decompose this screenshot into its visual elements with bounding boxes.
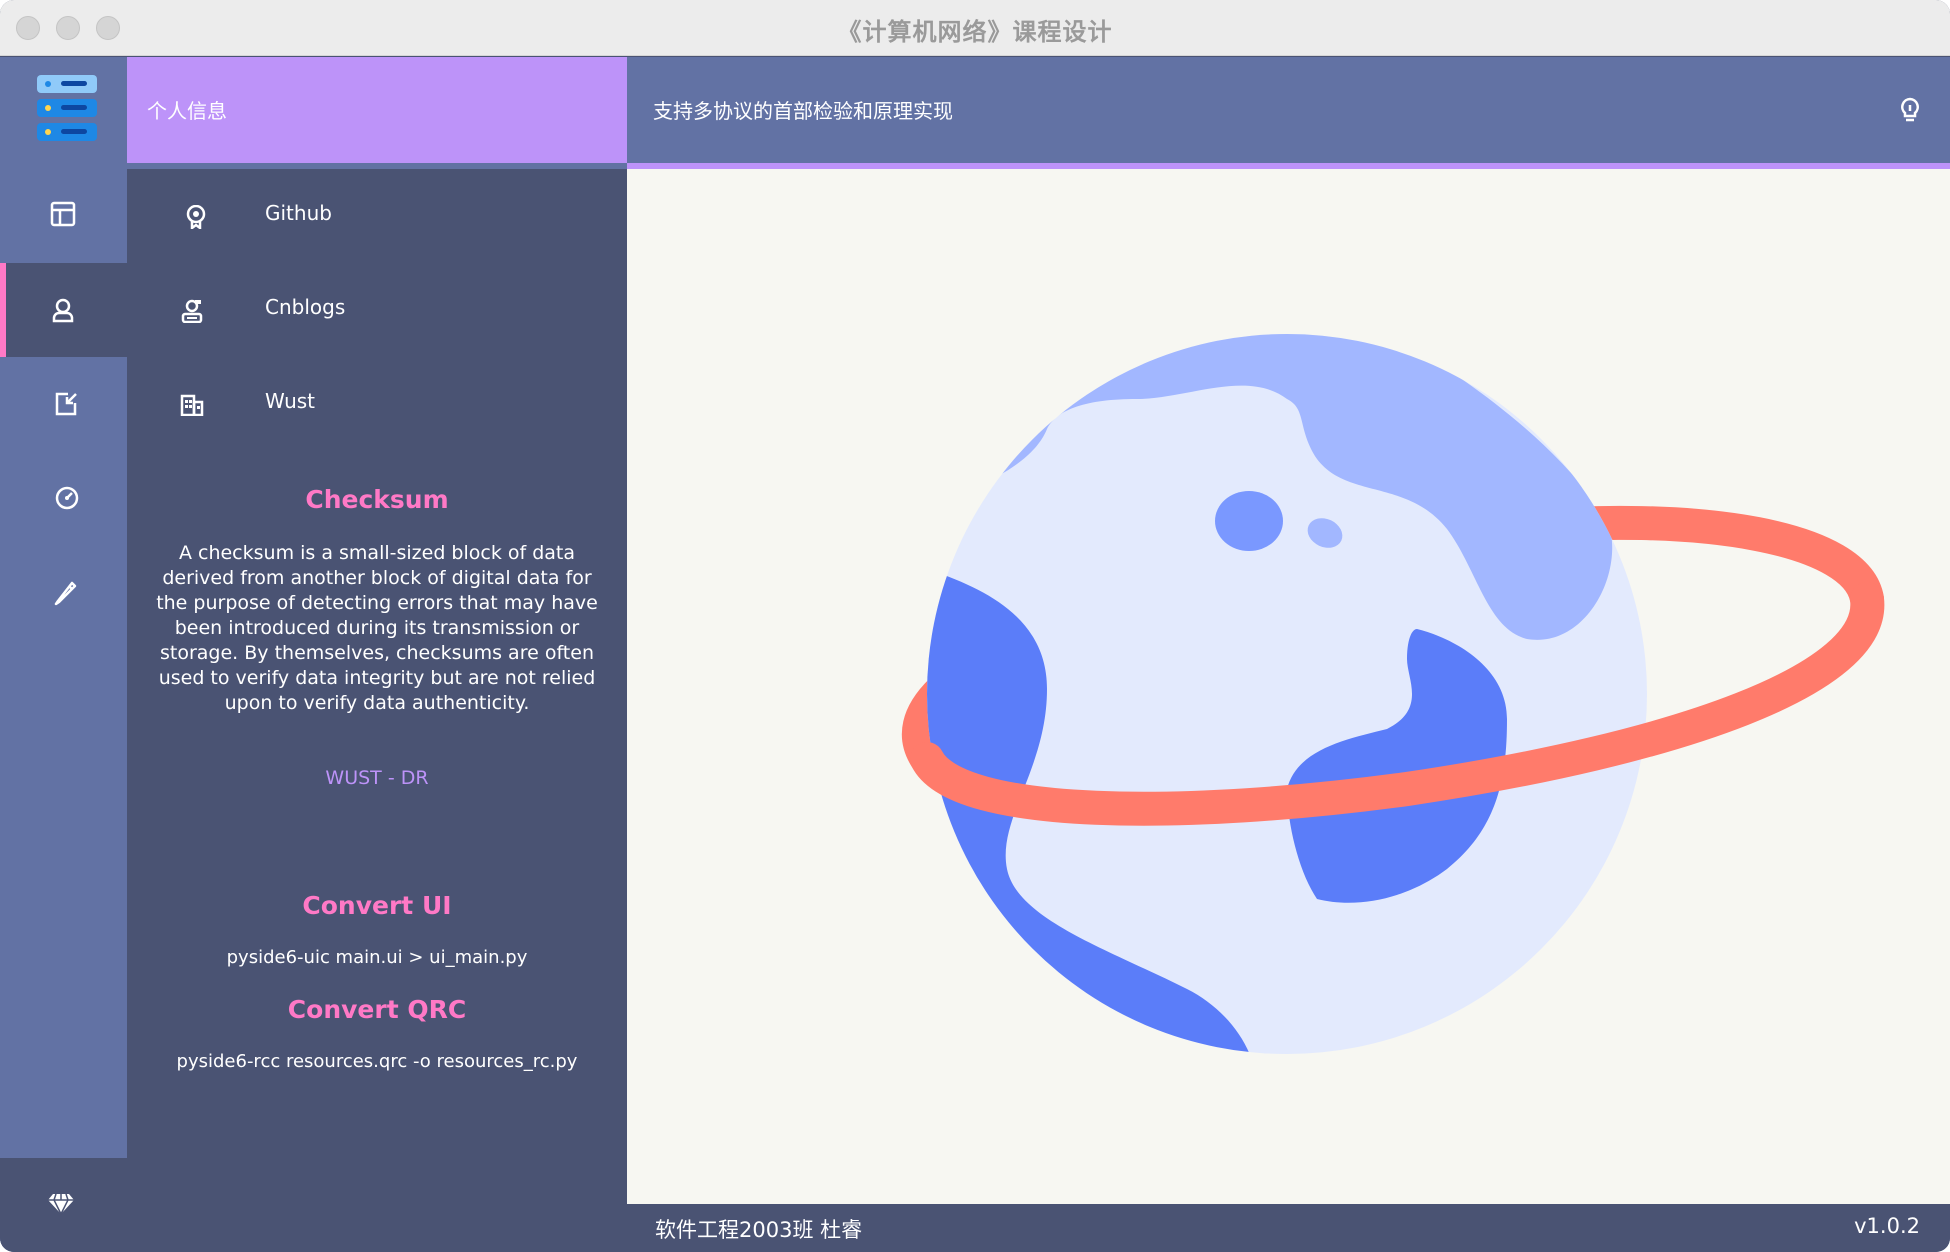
link-wust[interactable]: Wust bbox=[127, 357, 627, 451]
sidebar-item-user[interactable] bbox=[0, 263, 127, 357]
title-bar: 《计算机网络》课程设计 bbox=[0, 0, 1950, 56]
convert-qrc-title: Convert QRC bbox=[287, 995, 467, 1024]
checksum-description: A checksum is a small-sized block of dat… bbox=[156, 542, 598, 714]
sidebar-item-gauge[interactable] bbox=[0, 451, 127, 545]
sidebar-item-exit[interactable] bbox=[0, 357, 127, 451]
app-window: 《计算机网络》课程设计 个人信息 Github Cnblogs Wust Che… bbox=[0, 0, 1950, 1252]
link-github[interactable]: Github bbox=[127, 169, 627, 263]
checksum-title: Checksum bbox=[305, 485, 449, 514]
pencil-icon bbox=[54, 581, 77, 606]
illustration-area bbox=[627, 169, 1950, 1204]
diamond-icon bbox=[48, 1193, 74, 1215]
planet-illustration bbox=[902, 334, 1885, 1054]
main-header-title: 支持多协议的首部检验和原理实现 bbox=[653, 99, 953, 123]
user-badge-icon bbox=[181, 299, 203, 323]
version-label: v1.0.2 bbox=[1854, 1214, 1920, 1238]
convert-ui-title: Convert UI bbox=[302, 891, 452, 920]
main-content: 支持多协议的首部检验和原理实现 软件工程2003班 杜睿 v1.0.2 bbox=[627, 57, 1950, 1252]
building-icon bbox=[180, 394, 204, 416]
author-label: 软件工程2003班 杜睿 bbox=[655, 1218, 863, 1242]
status-bar: 软件工程2003班 杜睿 v1.0.2 bbox=[627, 1204, 1950, 1252]
server-stack-icon bbox=[37, 75, 97, 143]
link-cnblogs-label: Cnblogs bbox=[265, 295, 346, 319]
link-wust-label: Wust bbox=[265, 389, 315, 413]
exit-icon bbox=[55, 392, 77, 416]
link-github-label: Github bbox=[265, 201, 332, 225]
logo-area bbox=[0, 57, 127, 163]
left-panel-header: 个人信息 bbox=[127, 57, 627, 163]
gauge-icon bbox=[55, 486, 79, 510]
user-icon bbox=[52, 298, 74, 323]
left-panel: 个人信息 Github Cnblogs Wust Checksum A chec… bbox=[127, 57, 627, 1252]
left-panel-title: 个人信息 bbox=[147, 99, 227, 123]
window-title: 《计算机网络》课程设计 bbox=[837, 18, 1113, 46]
lightbulb-icon[interactable] bbox=[1900, 97, 1920, 125]
convert-qrc-command: pyside6-rcc resources.qrc -o resources_r… bbox=[176, 1051, 578, 1072]
sidebar-bottom[interactable] bbox=[0, 1158, 127, 1252]
convert-ui-command: pyside6-uic main.ui > ui_main.py bbox=[226, 947, 528, 968]
icon-sidebar bbox=[0, 57, 127, 1252]
sidebar-item-edit[interactable] bbox=[0, 545, 127, 639]
table-icon bbox=[50, 201, 76, 227]
link-cnblogs[interactable]: Cnblogs bbox=[127, 263, 627, 357]
main-header: 支持多协议的首部检验和原理实现 bbox=[627, 57, 1950, 163]
github-badge-icon bbox=[186, 205, 206, 229]
signature: WUST - DR bbox=[325, 767, 429, 789]
sidebar-item-table[interactable] bbox=[0, 167, 127, 261]
